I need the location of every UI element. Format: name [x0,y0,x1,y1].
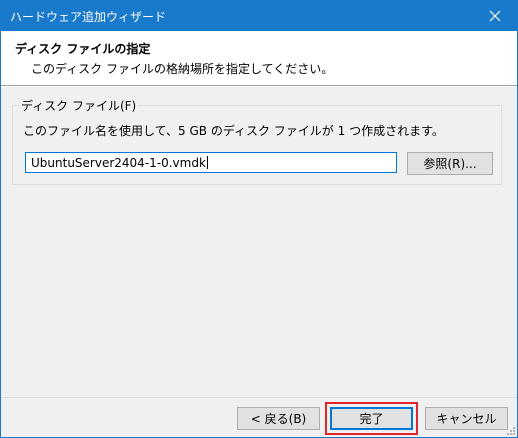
wizard-header: ディスク ファイルの指定 このディスク ファイルの格納場所を指定してください。 [1,31,517,86]
back-button[interactable]: < 戻る(B) [237,407,320,430]
cancel-button[interactable]: キャンセル [425,407,508,430]
disk-file-description: このファイル名を使用して、5 GB のディスク ファイルが 1 つ作成されます。 [23,124,444,138]
close-icon [489,10,501,22]
browse-button[interactable]: 参照(R)... [407,152,493,175]
footer-divider [1,397,517,398]
text-caret [206,156,208,169]
title-bar[interactable]: ハードウェア追加ウィザード [1,1,517,31]
resize-grip-icon[interactable] [505,425,515,435]
disk-file-name-input[interactable]: UbuntuServer2404-1-0.vmdk [25,152,397,173]
close-button[interactable] [473,1,517,31]
page-title: ディスク ファイルの指定 [15,42,151,56]
wizard-window: ハードウェア追加ウィザード ディスク ファイルの指定 このディスク ファイルの格… [0,0,518,438]
finish-button[interactable]: 完了 [330,407,413,430]
disk-file-name-value: UbuntuServer2404-1-0.vmdk [31,156,206,170]
disk-file-group-label: ディスク ファイル(F) [21,99,137,113]
window-title: ハードウェア追加ウィザード [10,10,167,24]
header-divider [1,86,517,87]
page-subtitle: このディスク ファイルの格納場所を指定してください。 [31,62,334,76]
